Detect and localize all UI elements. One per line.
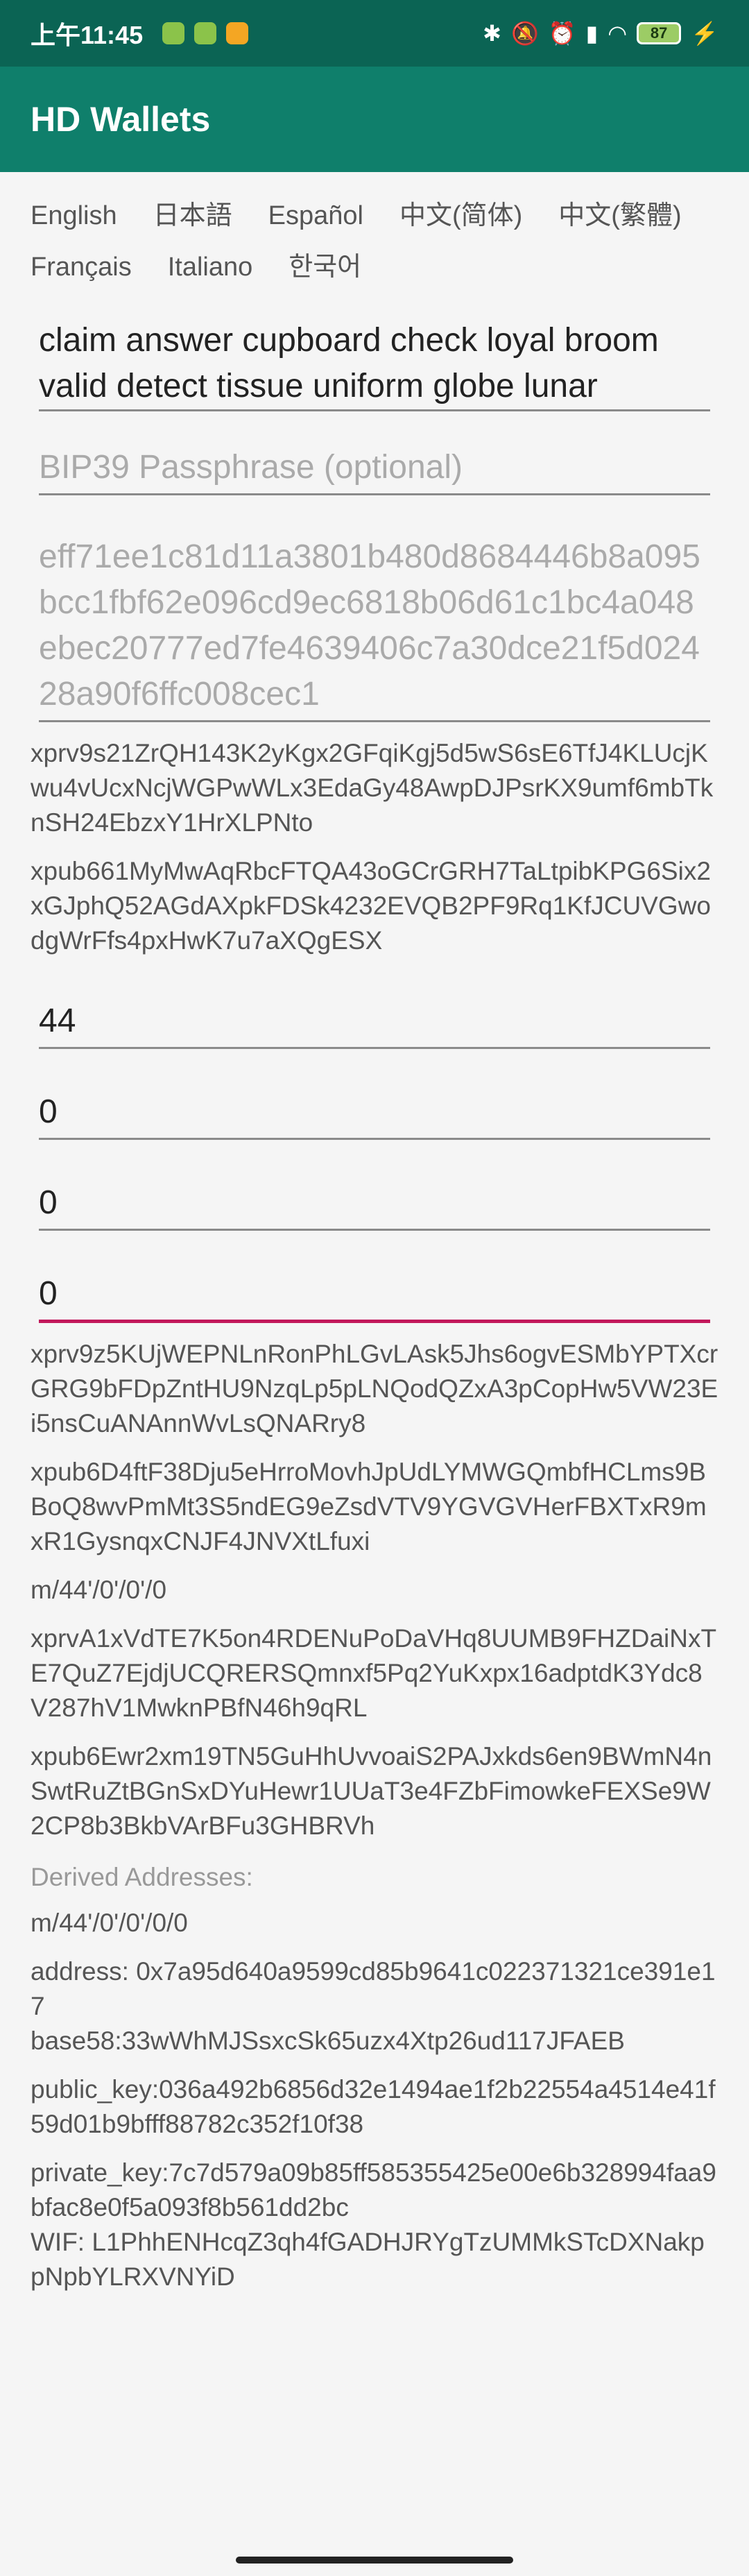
account-xpub: xpub6D4ftF38Dju5eHrroMovhJpUdLYMWGQmbfHC… xyxy=(31,1458,707,1555)
root-xpub: xpub661MyMwAqRbcFTQA43oGCrGRH7TaLtpibKPG… xyxy=(31,857,711,955)
bluetooth-icon: ✱ xyxy=(483,21,501,46)
lang-chinese-traditional[interactable]: 中文(繁體) xyxy=(558,190,681,241)
android-notification-icon xyxy=(162,22,185,44)
derived-wif: WIF: L1PhhENHcqZ3qh4fGADHJRYgTzUMMkSTcDX… xyxy=(31,2228,705,2291)
bip32-xpub: xpub6Ewr2xm19TN5GuHhUvvoaiS2PAJxkds6en9B… xyxy=(31,1742,712,1840)
change-input[interactable]: 0 xyxy=(39,1265,710,1323)
gesture-navigation-bar[interactable] xyxy=(236,2557,513,2564)
derived-addresses-label: Derived Addresses: xyxy=(31,1863,253,1891)
status-bar: 上午11:45 ✱ 🔕 ⏰ ▮ ◠ 87 ⚡ xyxy=(0,0,749,67)
derived-base58: base58:33wWhMJSsxcSk65uzx4Xtp26ud117JFAE… xyxy=(31,2027,625,2055)
purpose-input[interactable]: 44 xyxy=(39,993,710,1049)
passphrase-input[interactable]: BIP39 Passphrase (optional) xyxy=(39,439,710,495)
app-title: HD Wallets xyxy=(31,100,211,139)
lang-spanish[interactable]: Español xyxy=(268,190,363,241)
seed-hex-field[interactable]: eff71ee1c81d11a3801b480d8684446b8a095bcc… xyxy=(39,529,710,722)
status-bar-right: ✱ 🔕 ⏰ ▮ ◠ 87 ⚡ xyxy=(483,22,718,44)
mnemonic-input[interactable]: claim answer cupboard check loyal broom … xyxy=(39,312,710,411)
lang-chinese-simplified[interactable]: 中文(简体) xyxy=(399,190,522,241)
app-bar: HD Wallets xyxy=(0,67,749,172)
account-xprv: xprv9z5KUjWEPNLnRonPhLGvLAsk5Jhs6ogvESMb… xyxy=(31,1340,718,1438)
android-notification-icon-2 xyxy=(194,22,217,44)
derived-private-key-block: private_key:7c7d579a09b85ff585355425e00e… xyxy=(31,2142,718,2294)
coin-input[interactable]: 0 xyxy=(39,1084,710,1140)
language-selector: English 日本語 Español 中文(简体) 中文(繁體) França… xyxy=(0,172,749,293)
lang-french[interactable]: Français xyxy=(31,241,132,293)
lang-korean[interactable]: 한국어 xyxy=(289,241,361,293)
charging-icon: ⚡ xyxy=(691,21,718,46)
derived-public-key: public_key:036a492b6856d32e1494ae1f2b225… xyxy=(31,2075,716,2138)
app-notification-icon xyxy=(226,22,249,44)
status-time: 上午11:45 xyxy=(31,21,144,49)
account-input[interactable]: 0 xyxy=(39,1175,710,1231)
wifi-icon: ◠ xyxy=(608,21,628,46)
lang-japanese[interactable]: 日本語 xyxy=(153,190,232,241)
lang-english[interactable]: English xyxy=(31,190,117,241)
derived-private-key: private_key:7c7d579a09b85ff585355425e00e… xyxy=(31,2158,716,2221)
mute-icon: 🔕 xyxy=(510,21,539,46)
root-xprv: xprv9s21ZrQH143K2yKgx2GFqiKgj5d5wS6sE6Tf… xyxy=(31,739,714,837)
lang-italian[interactable]: Italiano xyxy=(168,241,253,293)
signal-icon: ▮ xyxy=(585,21,599,46)
status-bar-left: 上午11:45 xyxy=(31,15,249,51)
alarm-icon: ⏰ xyxy=(548,21,576,46)
bip32-path: m/44'/0'/0'/0 xyxy=(31,1576,167,1604)
derived-path: m/44'/0'/0'/0/0 xyxy=(31,1909,188,1937)
bip32-xprv: xprvA1xVdTE7K5on4RDENuPoDaVHq8UUMB9FHZDa… xyxy=(31,1624,717,1722)
derived-address: address: 0x7a95d640a9599cd85b9641c022371… xyxy=(31,1957,716,2020)
derived-address-block: address: 0x7a95d640a9599cd85b9641c022371… xyxy=(31,1940,718,2058)
battery-icon: 87 xyxy=(637,22,682,44)
